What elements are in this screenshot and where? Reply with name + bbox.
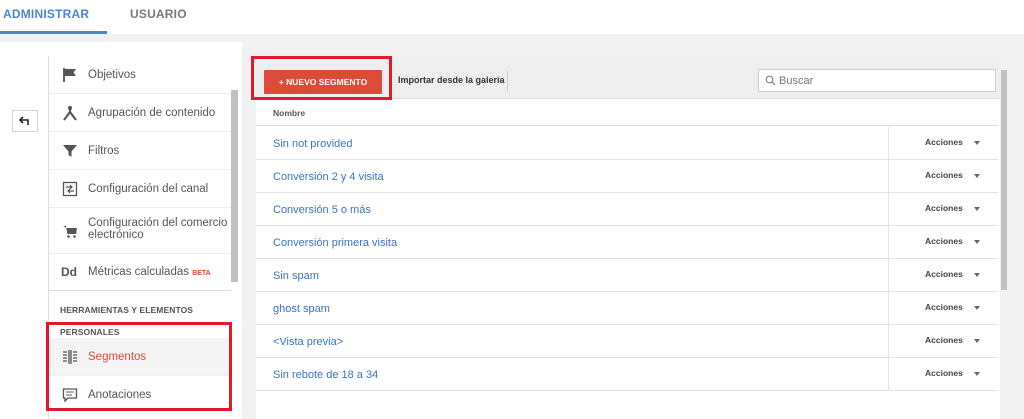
chevron-down-icon (974, 240, 980, 244)
chevron-down-icon (974, 306, 980, 310)
sidebar-item-segmentos[interactable]: Segmentos (49, 338, 231, 376)
sidebar-item-label: Métricas calculadas BETA (88, 266, 211, 280)
chevron-down-icon (974, 174, 980, 178)
actions-label: Acciones (925, 302, 963, 312)
column-header-name: Nombre (273, 108, 306, 118)
cart-icon (61, 222, 79, 240)
actions-label: Acciones (925, 137, 963, 147)
channel-icon (61, 180, 79, 198)
sidebar-item-label: Configuración del canal (88, 183, 209, 195)
actions-label: Acciones (925, 335, 963, 345)
sidebar-item-canal[interactable]: Configuración del canal (49, 170, 231, 208)
table-row: <Vista previa> Acciones (256, 325, 998, 358)
filter-icon (61, 142, 79, 160)
segment-link[interactable]: <Vista previa> (273, 336, 343, 348)
search-icon (765, 75, 776, 86)
segment-link[interactable]: Conversión primera visita (273, 237, 397, 249)
actions-label: Acciones (925, 170, 963, 180)
sidebar: Objetivos Agrupación de contenido Filtro… (49, 56, 231, 419)
active-tab-indicator (0, 31, 107, 34)
segment-link[interactable]: Sin rebote de 18 a 34 (273, 369, 378, 381)
actions-dropdown[interactable]: Acciones (888, 226, 998, 259)
sidebar-item-label-line1: Configuración del comercio (88, 217, 228, 229)
table-row: Sin spam Acciones (256, 259, 998, 292)
main-scrollbar[interactable] (1000, 58, 1008, 419)
sidebar-item-agrupacion[interactable]: Agrupación de contenido (49, 94, 231, 132)
sidebar-scrollbar[interactable] (231, 90, 238, 282)
sidebar-item-label: Filtros (88, 145, 120, 157)
table-row: Conversión 2 y 4 visita Acciones (256, 160, 998, 193)
table-row: ghost spam Acciones (256, 292, 998, 325)
table-row: Conversión 5 o más Acciones (256, 193, 998, 226)
import-gallery-link[interactable]: Importar desde la galería (398, 75, 505, 85)
sidebar-item-label: Agrupación de contenido (88, 107, 216, 119)
tab-usuario[interactable]: USUARIO (130, 7, 187, 21)
table-row: Sin rebote de 18 a 34 Acciones (256, 358, 998, 391)
sidebar-item-label-text: Métricas calculadas (88, 266, 189, 278)
scrollbar-thumb[interactable] (1001, 70, 1007, 290)
segment-link[interactable]: Conversión 2 y 4 visita (273, 171, 384, 183)
back-arrow-icon (19, 116, 29, 125)
actions-dropdown[interactable]: Acciones (888, 127, 998, 160)
actions-label: Acciones (925, 368, 963, 378)
actions-dropdown[interactable]: Acciones (888, 259, 998, 292)
table-row: Conversión primera visita Acciones (256, 226, 998, 259)
segment-link[interactable]: Sin not provided (273, 138, 353, 150)
actions-dropdown[interactable]: Acciones (888, 160, 998, 193)
grouping-icon (61, 104, 79, 122)
sidebar-item-anotaciones[interactable]: Anotaciones (49, 376, 231, 414)
chevron-down-icon (974, 207, 980, 211)
segments-panel: + NUEVO SEGMENTO Importar desde la galer… (256, 58, 1004, 419)
beta-badge: BETA (192, 270, 211, 277)
actions-dropdown[interactable]: Acciones (888, 292, 998, 325)
section-divider (49, 290, 231, 291)
sidebar-item-label: Configuración del comercio electrónico (88, 217, 227, 241)
sidebar-item-label: Anotaciones (88, 389, 152, 401)
segment-link[interactable]: Sin spam (273, 270, 319, 282)
section-heading-tools: HERRAMIENTAS Y ELEMENTOS (60, 305, 194, 315)
sidebar-item-comercio[interactable]: Configuración del comercio electrónico (49, 208, 231, 254)
actions-label: Acciones (925, 269, 963, 279)
sidebar-item-filtros[interactable]: Filtros (49, 132, 231, 170)
chevron-down-icon (974, 141, 980, 145)
new-segment-button[interactable]: + NUEVO SEGMENTO (264, 70, 382, 94)
actions-label: Acciones (925, 203, 963, 213)
tab-administrar[interactable]: ADMINISTRAR (3, 7, 89, 21)
segment-link[interactable]: Conversión 5 o más (273, 204, 371, 216)
table-row: Sin not provided Acciones (256, 127, 998, 160)
actions-dropdown[interactable]: Acciones (888, 325, 998, 358)
back-button[interactable] (12, 110, 38, 132)
segment-link[interactable]: ghost spam (273, 303, 330, 315)
metric-dd-icon: Dd (61, 265, 77, 279)
flag-icon (61, 66, 79, 84)
segments-icon (61, 348, 79, 366)
actions-label: Acciones (925, 236, 963, 246)
sidebar-item-label: Segmentos (88, 351, 147, 363)
sidebar-item-metricas[interactable]: Dd Métricas calculadas BETA (49, 254, 231, 290)
toolbar: + NUEVO SEGMENTO Importar desde la galer… (256, 58, 1004, 99)
annotations-icon (61, 386, 79, 404)
chevron-down-icon (974, 273, 980, 277)
search-box[interactable] (758, 69, 996, 92)
table-header: Nombre (256, 100, 998, 126)
chevron-down-icon (974, 339, 980, 343)
sidebar-item-label-line2: electrónico (88, 229, 144, 241)
top-nav: ADMINISTRAR USUARIO (0, 0, 1024, 34)
sidebar-item-label: Objetivos (88, 69, 136, 81)
sidebar-item-objetivos[interactable]: Objetivos (49, 56, 231, 94)
search-input[interactable] (779, 73, 989, 88)
toolbar-separator (507, 71, 508, 91)
actions-dropdown[interactable]: Acciones (888, 358, 998, 391)
section-heading-personal: PERSONALES (60, 327, 120, 337)
chevron-down-icon (974, 372, 980, 376)
actions-dropdown[interactable]: Acciones (888, 193, 998, 226)
